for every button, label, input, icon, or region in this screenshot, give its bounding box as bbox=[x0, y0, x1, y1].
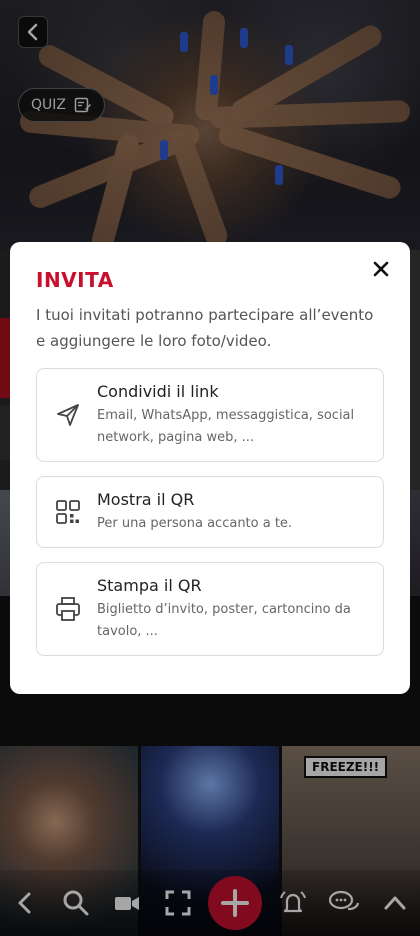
dialog-title: INVITA bbox=[36, 268, 114, 292]
show-qr-option[interactable]: Mostra il QR Per una persona accanto a t… bbox=[36, 476, 384, 548]
option-subtitle: Per una persona accanto a te. bbox=[97, 516, 293, 531]
qr-code-icon bbox=[56, 500, 80, 524]
print-qr-option[interactable]: Stampa il QR Biglietto d’invito, poster,… bbox=[36, 562, 384, 656]
close-button[interactable] bbox=[368, 256, 394, 282]
option-subtitle: Email, WhatsApp, messaggistica, social n… bbox=[97, 408, 355, 445]
printer-icon bbox=[56, 597, 80, 621]
option-title: Condividi il link bbox=[97, 382, 219, 401]
send-icon bbox=[57, 404, 79, 426]
dialog-description: I tuoi invitati potranno partecipare all… bbox=[36, 306, 374, 350]
close-icon bbox=[373, 261, 389, 277]
share-link-option[interactable]: Condividi il link Email, WhatsApp, messa… bbox=[36, 368, 384, 462]
option-title: Stampa il QR bbox=[97, 576, 202, 595]
option-title: Mostra il QR bbox=[97, 490, 195, 509]
invite-dialog: INVITA I tuoi invitati potranno partecip… bbox=[10, 242, 410, 694]
option-subtitle: Biglietto d’invito, poster, cartoncino d… bbox=[97, 602, 351, 639]
